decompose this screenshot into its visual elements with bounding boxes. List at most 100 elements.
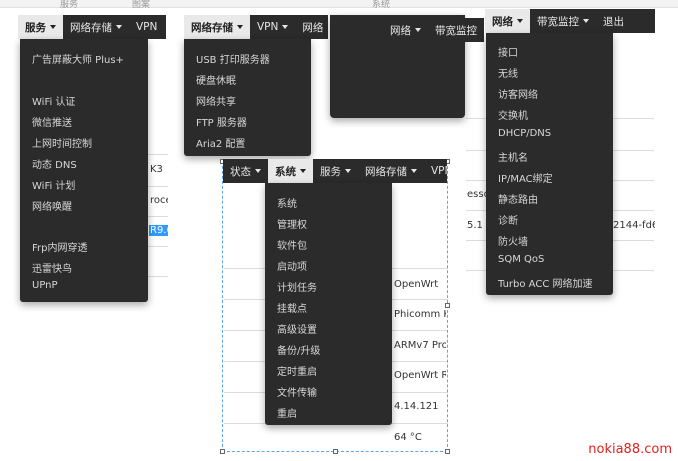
nav-label: 带宽监控 xyxy=(435,24,477,37)
menu-item-file-transfer[interactable]: 文件传输 xyxy=(277,384,317,399)
caret-down-icon xyxy=(345,169,351,173)
nav-label: 网络存储 xyxy=(191,21,233,34)
shot2-navbar: 网络存储 VPN 网络 xyxy=(184,15,328,39)
menu-item-wifi-auth[interactable]: WiFi 认证 xyxy=(32,93,75,108)
menu-item-usb-printer[interactable]: USB 打印服务器 xyxy=(196,51,270,66)
table-divider xyxy=(148,186,168,187)
nav-network-storage[interactable]: 网络存储 xyxy=(358,159,424,183)
shot4-navbar: 网络 带宽监控 退出 xyxy=(485,9,655,33)
nav-vpn[interactable]: VPN xyxy=(250,15,295,39)
menu-item-disk-sleep[interactable]: 硬盘休眠 xyxy=(196,72,236,87)
menu-item-adblock[interactable]: 广告屏蔽大师 Plus+ xyxy=(32,51,124,66)
nav-label: 网络 xyxy=(492,15,513,28)
caret-down-icon xyxy=(583,19,589,23)
menu-item-interfaces[interactable]: 接口 xyxy=(498,44,518,59)
top-strip: 服务 图案 系统 xyxy=(0,0,678,10)
menu-item-static-routes[interactable]: 静态路由 xyxy=(498,191,538,206)
nav-network[interactable]: 网络 xyxy=(485,9,530,33)
menu-item-mount-points[interactable]: 挂载点 xyxy=(277,300,307,315)
menu-item-wechat-push[interactable]: 微信推送 xyxy=(32,114,72,129)
nav-vpn[interactable]: VPN xyxy=(129,15,164,39)
menu-item-diagnostics[interactable]: 诊断 xyxy=(498,212,518,227)
menu-item-system[interactable]: 系统 xyxy=(277,195,297,210)
nav-label: 带宽监控 xyxy=(537,15,579,28)
menu-item-sqm-qos[interactable]: SQM QoS xyxy=(498,254,544,265)
nav-label: 退出 xyxy=(603,15,624,28)
menu-item-xunlei[interactable]: 迅雷快鸟 xyxy=(32,260,72,275)
table-divider xyxy=(148,246,168,247)
menu-item-backup-upgrade[interactable]: 备份/升级 xyxy=(277,342,320,357)
caret-down-icon xyxy=(237,25,243,29)
menu-item-startup[interactable]: 启动项 xyxy=(277,258,307,273)
menu-item-admin[interactable]: 管理权 xyxy=(277,216,307,231)
storage-dropdown: USB 打印服务器 硬盘休眠 网络共享 FTP 服务器 Aria2 配置 xyxy=(184,39,311,156)
nav-label: 系统 xyxy=(275,165,296,178)
resize-handle[interactable] xyxy=(445,303,450,308)
watermark: nokia88.com xyxy=(588,442,672,457)
table-cell: R9.6 xyxy=(149,225,168,236)
caret-down-icon xyxy=(415,28,421,32)
menu-item-wifi-schedule[interactable]: WiFi 计划 xyxy=(32,177,75,192)
nav-logout[interactable]: 退出 xyxy=(596,9,631,33)
menu-item-time-control[interactable]: 上网时间控制 xyxy=(32,135,92,150)
menu-item-wireless[interactable]: 无线 xyxy=(498,65,518,80)
system-dropdown: 系统 管理权 软件包 启动项 计划任务 挂载点 高级设置 备份/升级 定时重启 … xyxy=(265,183,392,425)
table-cell: 2144-fd6f xyxy=(613,220,655,231)
caret-down-icon xyxy=(517,19,523,23)
table-cell: roce xyxy=(150,195,168,206)
nav-label: VPN xyxy=(431,165,447,177)
menu-item-aria2[interactable]: Aria2 配置 xyxy=(196,135,245,150)
shot1-navbar: 服务 网络存储 VPN xyxy=(18,15,166,39)
menu-item-network-share[interactable]: 网络共享 xyxy=(196,93,236,108)
menu-item-guest-network[interactable]: 访客网络 xyxy=(498,86,538,101)
menu-item-firewall[interactable]: 防火墙 xyxy=(498,233,528,248)
nav-label: VPN xyxy=(136,21,158,33)
resize-handle[interactable] xyxy=(445,449,450,454)
caret-down-icon xyxy=(50,25,56,29)
nav-network-storage[interactable]: 网络存储 xyxy=(63,15,129,39)
menu-item-reboot[interactable]: 重启 xyxy=(277,405,297,420)
nav-network-storage[interactable]: 网络存储 xyxy=(184,15,250,39)
nav-label: 服务 xyxy=(320,165,341,178)
nav-services[interactable]: 服务 xyxy=(18,15,63,39)
table-cell: esso xyxy=(467,189,487,200)
nav-system[interactable]: 系统 xyxy=(268,159,313,183)
menu-item-ddns[interactable]: 动态 DNS xyxy=(32,156,77,171)
menu-item-hostnames[interactable]: 主机名 xyxy=(498,149,528,164)
table-divider xyxy=(148,216,168,217)
nav-label: VPN xyxy=(257,21,279,33)
menu-item-software[interactable]: 软件包 xyxy=(277,237,307,252)
menu-item-timed-reboot[interactable]: 定时重启 xyxy=(277,363,317,378)
nav-services[interactable]: 服务 xyxy=(313,159,358,183)
caret-down-icon xyxy=(411,169,417,173)
caret-down-icon xyxy=(116,25,122,29)
nav-status[interactable]: 状态 xyxy=(223,159,268,183)
nav-label: 网络存储 xyxy=(365,165,407,178)
menu-item-ip-mac-bind[interactable]: IP/MAC绑定 xyxy=(498,170,553,185)
nav-label: 服务 xyxy=(25,21,46,34)
nav-vpn[interactable]: VPN xyxy=(424,159,447,183)
menu-item-switch[interactable]: 交换机 xyxy=(498,107,528,122)
nav-bandwidth[interactable]: 带宽监控 xyxy=(428,18,484,42)
menu-item-ftp[interactable]: FTP 服务器 xyxy=(196,114,247,129)
menu-item-turbo-acc[interactable]: Turbo ACC 网络加速 xyxy=(498,275,593,290)
nav-label: 网络 xyxy=(302,21,324,34)
caret-down-icon xyxy=(255,169,261,173)
menu-item-upnp[interactable]: UPnP xyxy=(32,280,58,291)
resize-handle[interactable] xyxy=(220,449,225,454)
resize-handle[interactable] xyxy=(333,449,338,454)
caret-down-icon xyxy=(282,25,289,29)
network-dropdown: 接口 无线 访客网络 交换机 DHCP/DNS 主机名 IP/MAC绑定 静态路… xyxy=(486,33,613,295)
menu-item-frp[interactable]: Frp内网穿透 xyxy=(32,239,87,254)
nav-label: 网络存储 xyxy=(70,21,112,34)
nav-network[interactable]: 网络 xyxy=(295,15,328,39)
menu-item-wol[interactable]: 网络唤醒 xyxy=(32,198,72,213)
shot3-navbar: 网络 带宽监控 xyxy=(383,18,484,42)
menu-item-advanced[interactable]: 高级设置 xyxy=(277,321,317,336)
nav-bandwidth[interactable]: 带宽监控 xyxy=(530,9,596,33)
top-strip-label: 图案 xyxy=(132,0,151,10)
services-dropdown: 广告屏蔽大师 Plus+ WiFi 认证 微信推送 上网时间控制 动态 DNS … xyxy=(20,39,148,302)
menu-item-scheduled-tasks[interactable]: 计划任务 xyxy=(277,279,317,294)
menu-item-dhcp-dns[interactable]: DHCP/DNS xyxy=(498,128,551,139)
nav-network[interactable]: 网络 xyxy=(383,18,428,42)
